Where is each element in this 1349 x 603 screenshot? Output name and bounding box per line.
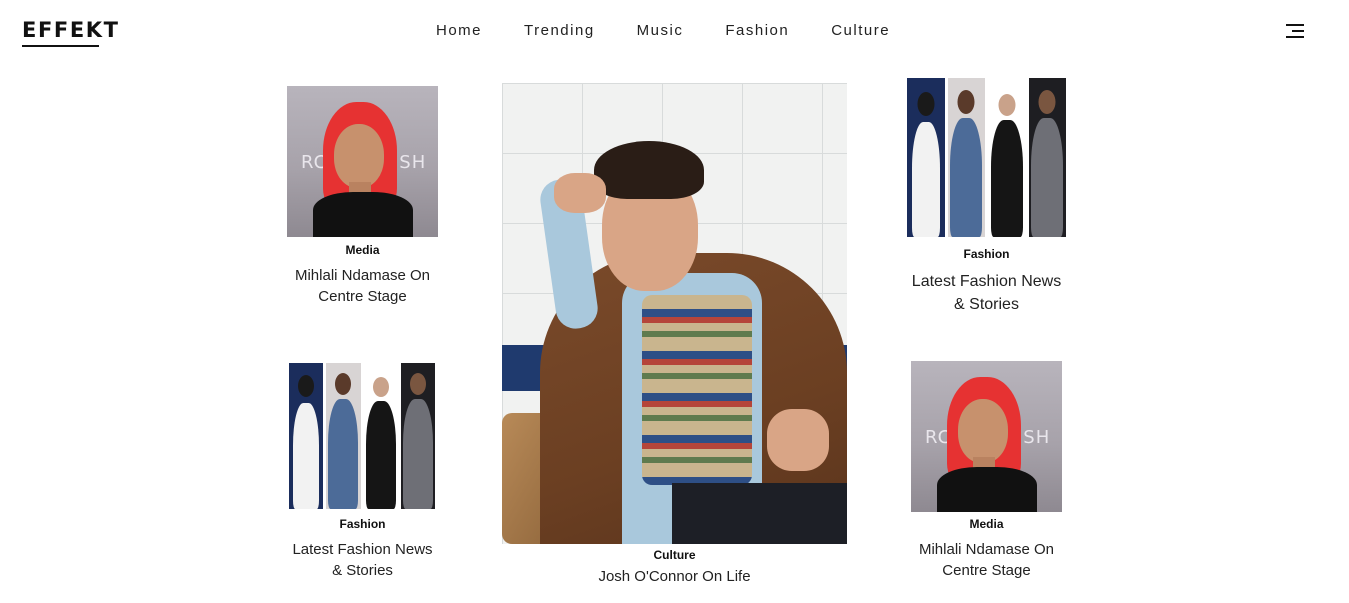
article-card-left-bottom[interactable]: Fashion Latest Fashion News & Stories [272, 517, 453, 581]
article-title-line[interactable]: Mihlali Ndamase On [896, 539, 1077, 560]
article-title-line[interactable]: Latest Fashion News [272, 539, 453, 560]
article-title[interactable]: Josh O'Connor On Life [502, 566, 847, 587]
article-image-mihlali[interactable]: RC JSH [287, 86, 438, 237]
article-title-line[interactable]: Latest Fashion News [896, 270, 1077, 293]
article-card-right-bottom[interactable]: Media Mihlali Ndamase On Centre Stage [896, 517, 1077, 581]
site-logo[interactable]: EFFEKT [22, 18, 120, 42]
article-title-line[interactable]: & Stories [896, 293, 1077, 316]
article-title-line[interactable]: Centre Stage [896, 560, 1077, 581]
article-title-line[interactable]: Mihlali Ndamase On [272, 265, 453, 286]
featured-article-card[interactable]: Culture Josh O'Connor On Life [502, 548, 847, 587]
hamburger-menu-icon[interactable] [1284, 22, 1306, 40]
logo-underline [22, 45, 99, 47]
image-watermark-right: JSH [1017, 427, 1051, 449]
article-category: Fashion [963, 247, 1010, 261]
article-category: Fashion [339, 517, 386, 531]
article-title-line[interactable]: Centre Stage [272, 286, 453, 307]
article-category: Media [969, 517, 1004, 531]
article-card-right-top[interactable]: Fashion Latest Fashion News & Stories [896, 247, 1077, 316]
nav-culture[interactable]: Culture [831, 21, 890, 41]
article-image-mihlali[interactable]: RC JSH [911, 361, 1062, 512]
article-category: Media [345, 243, 380, 257]
article-category: Culture [653, 548, 696, 562]
article-image-fashion-collage[interactable] [907, 78, 1066, 237]
article-title-line[interactable]: & Stories [272, 560, 453, 581]
article-image-fashion-collage[interactable] [289, 363, 435, 509]
nav-trending[interactable]: Trending [524, 21, 595, 41]
main-nav: Home Trending Music Fashion Culture [436, 21, 890, 41]
article-card-left-top[interactable]: Media Mihlali Ndamase On Centre Stage [272, 243, 453, 307]
nav-fashion[interactable]: Fashion [725, 21, 789, 41]
nav-home[interactable]: Home [436, 21, 482, 41]
nav-music[interactable]: Music [637, 21, 684, 41]
image-watermark-right: JSH [393, 152, 427, 174]
featured-article-image[interactable] [502, 83, 847, 544]
